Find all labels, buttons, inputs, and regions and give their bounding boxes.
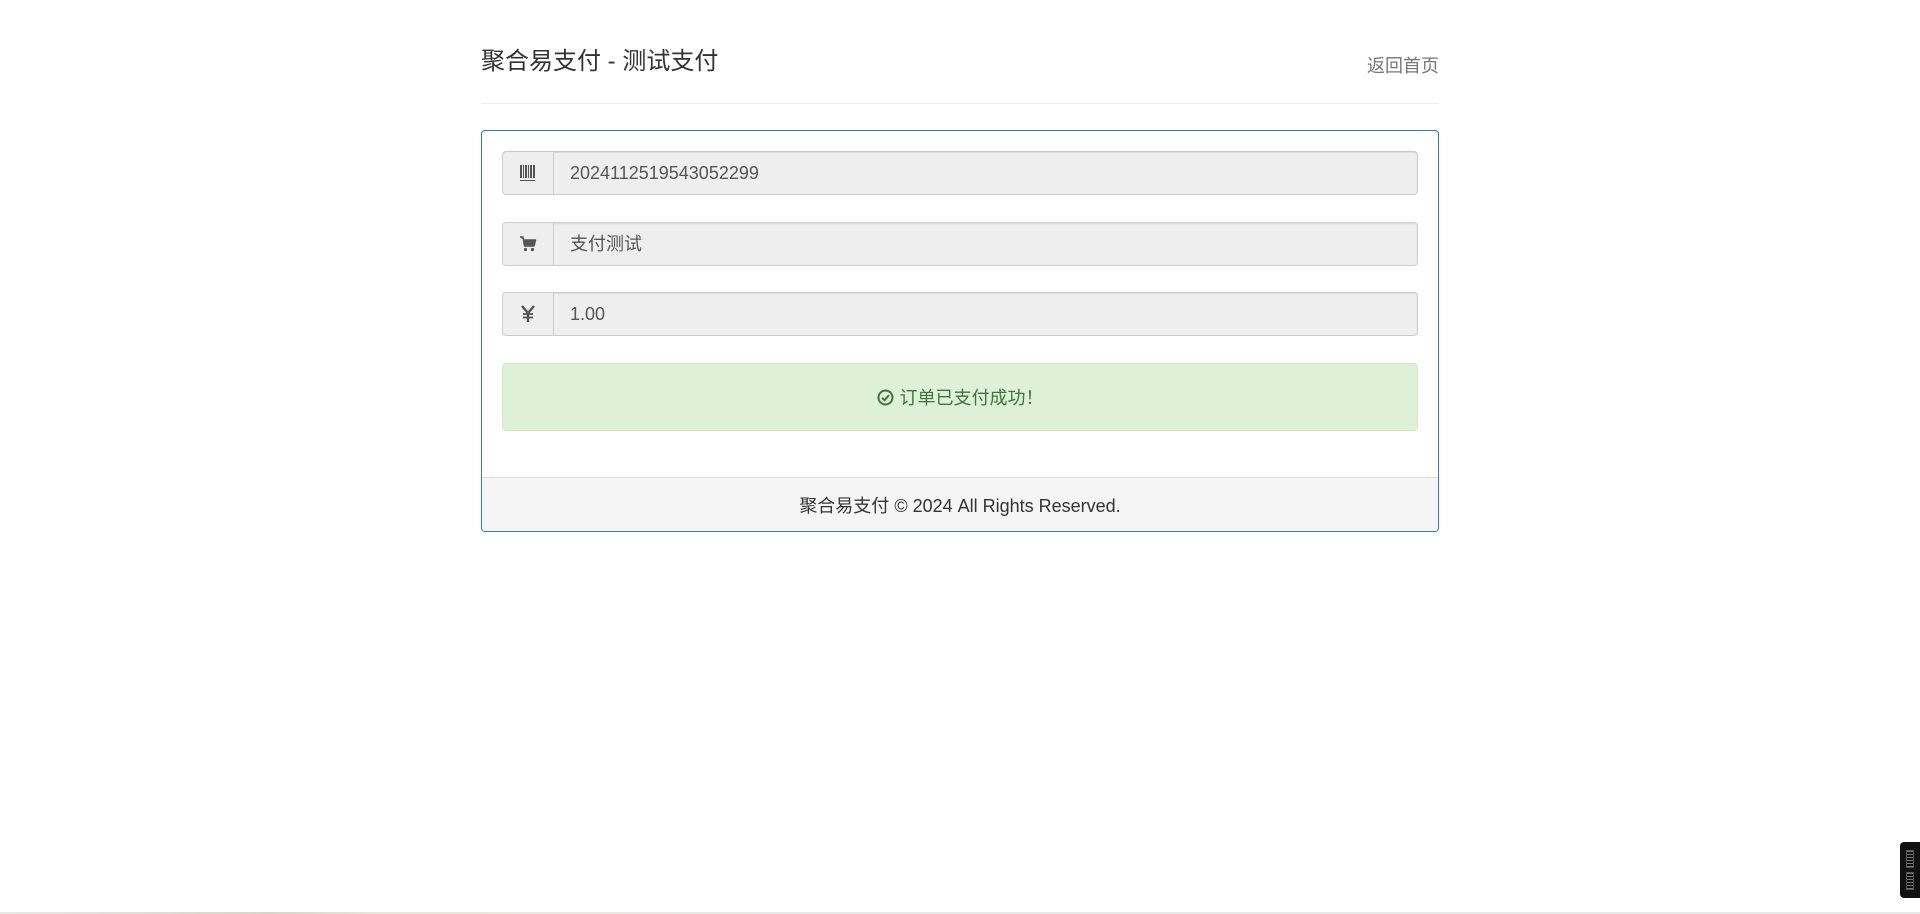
product-name-group bbox=[502, 222, 1418, 266]
check-circle-icon bbox=[877, 389, 894, 406]
payment-success-alert: 订单已支付成功！ bbox=[502, 363, 1418, 431]
side-widget-mark bbox=[1906, 872, 1914, 890]
shopping-cart-icon bbox=[502, 222, 553, 266]
page: 聚合易支付 - 测试支付 返回首页 2024112519543052299 支付… bbox=[0, 0, 1920, 914]
copyright-text: 聚合易支付 © 2024 All Rights Reserved. bbox=[799, 495, 1121, 516]
page-title: 聚合易支付 - 测试支付 bbox=[481, 48, 719, 75]
order-number-field[interactable] bbox=[553, 151, 1418, 195]
amount-field[interactable] bbox=[553, 292, 1418, 336]
yen-icon bbox=[502, 292, 553, 336]
product-name-field[interactable] bbox=[553, 222, 1418, 266]
page-header: 聚合易支付 - 测试支付 返回首页 bbox=[481, 0, 1439, 104]
payment-success-message: 订单已支付成功！ bbox=[899, 388, 1044, 408]
panel-footer: 聚合易支付 © 2024 All Rights Reserved. bbox=[482, 477, 1438, 531]
side-widget-mark bbox=[1906, 850, 1914, 868]
main-container: 聚合易支付 - 测试支付 返回首页 2024112519543052299 支付… bbox=[481, 0, 1439, 532]
order-number-group bbox=[502, 151, 1418, 195]
home-link[interactable]: 返回首页 bbox=[1367, 54, 1439, 78]
payment-panel: 订单已支付成功！ 聚合易支付 © 2024 All Rights Reserve… bbox=[481, 130, 1439, 532]
amount-group bbox=[502, 292, 1418, 336]
barcode-icon bbox=[502, 151, 553, 195]
side-toolbar-widget[interactable] bbox=[1900, 842, 1920, 898]
